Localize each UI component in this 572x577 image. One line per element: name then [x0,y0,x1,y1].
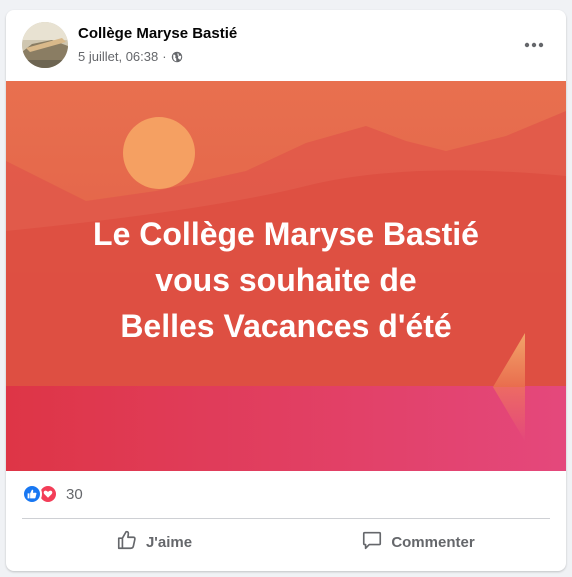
more-options-icon [524,42,544,48]
like-label: J'aime [145,533,193,551]
comment-label: Commenter [391,533,475,551]
globe-icon [171,51,183,63]
action-divider [22,518,550,519]
reactions-summary[interactable]: 30 [22,483,83,505]
meta-separator: · [162,49,167,64]
like-icon [22,484,42,504]
caption-line-1: Le Collège Maryse Bastié [93,216,479,252]
caption-line-3: Belles Vacances d'été [120,308,452,344]
comment-button[interactable]: Commenter [286,522,550,562]
caption-line-2: vous souhaite de [155,262,417,298]
post-meta: 5 juillet, 06:38 · [78,49,183,64]
post-timestamp[interactable]: 5 juillet, 06:38 [78,49,158,64]
more-options-button[interactable] [516,30,552,60]
like-button[interactable]: J'aime [22,522,286,562]
post-card: Collège Maryse Bastié 5 juillet, 06:38 · [6,10,566,571]
sun-shape [123,117,195,189]
comment-icon [361,529,391,555]
post-image[interactable]: Le Collège Maryse Bastié vous souhaite d… [6,81,566,471]
post-header: Collège Maryse Bastié 5 juillet, 06:38 · [6,10,566,80]
page-avatar[interactable] [22,22,68,68]
thumbs-up-icon [116,529,146,555]
sea-shape [6,386,566,471]
reaction-count[interactable]: 30 [66,486,83,503]
post-actions: J'aime Commenter [22,522,550,562]
page-name[interactable]: Collège Maryse Bastié [78,25,237,42]
image-caption: Le Collège Maryse Bastié vous souhaite d… [6,211,566,349]
